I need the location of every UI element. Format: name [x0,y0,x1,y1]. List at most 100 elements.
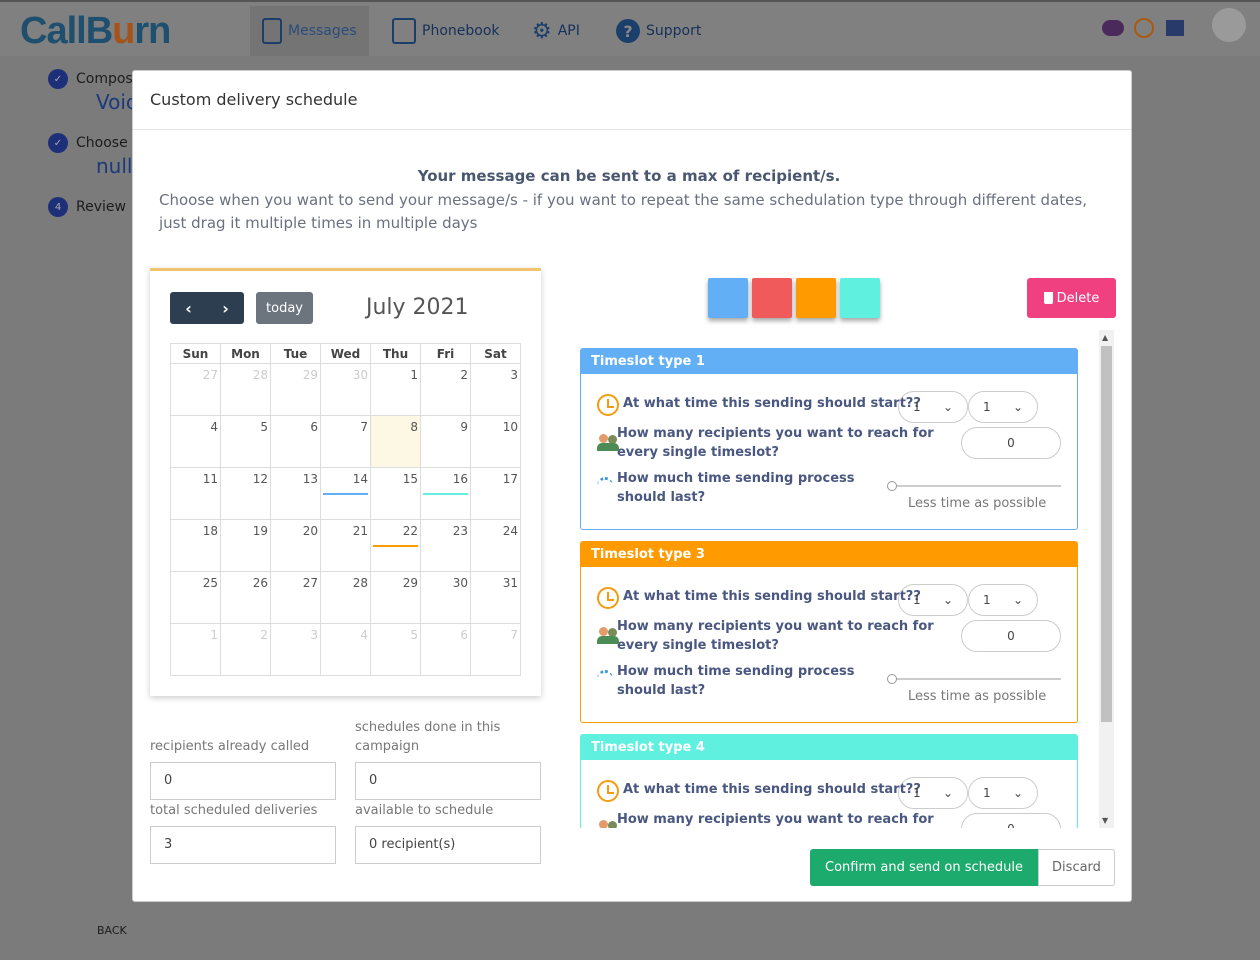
available-field[interactable]: 0 recipient(s) [355,826,541,864]
calendar-day[interactable]: 1 [370,363,421,416]
duration-slider[interactable] [891,485,1061,487]
day-number: 19 [252,524,268,538]
calendar-day[interactable]: 21 [320,519,371,572]
user-avatar[interactable] [1212,8,1246,42]
recipients-per-slot-input[interactable]: 0 [961,813,1061,828]
scroll-thumb[interactable] [1101,346,1112,722]
calendar-day[interactable]: 5 [220,415,271,468]
question-text: How much time sending process should las… [616,664,855,698]
calendar-day-today[interactable]: 8 [370,415,421,468]
nav-support[interactable]: ? Support [604,6,713,56]
calendar-day[interactable]: 29 [370,571,421,624]
calendar-day[interactable]: 2 [220,623,271,676]
start-minute-select[interactable]: 1 ⌄ [968,391,1038,423]
nav-messages[interactable]: Messages [250,6,369,56]
calendar-day[interactable]: 13 [270,467,321,520]
calendar-day[interactable]: 9 [420,415,471,468]
day-number: 21 [352,524,368,538]
duration-slider[interactable] [891,678,1061,680]
start-hour-select[interactable]: 1 ⌄ [898,584,968,616]
calendar-day[interactable]: 22 [370,519,421,572]
calendar-day[interactable]: 19 [220,519,271,572]
calendar-day[interactable]: 23 [420,519,471,572]
timeslots-scrollbar[interactable]: ▲ ▼ [1099,330,1114,828]
scroll-down-icon[interactable]: ▼ [1102,816,1108,825]
start-hour-select[interactable]: 1 ⌄ [898,391,968,423]
calendar-day[interactable]: 28 [220,363,271,416]
calendar-day[interactable]: 3 [270,623,321,676]
calendar-day[interactable]: 27 [270,571,321,624]
delete-button[interactable]: Delete [1027,278,1116,318]
calendar-day[interactable]: 3 [470,363,521,416]
schedules-done-field[interactable]: 0 [355,762,541,800]
calendar-day[interactable]: 30 [320,363,371,416]
calendar-day[interactable]: 26 [220,571,271,624]
start-hour-select[interactable]: 1 ⌄ [898,777,968,809]
clock-icon[interactable] [1134,18,1154,38]
timeslots-list[interactable]: Timeslot type 1 At what time this sendin… [580,330,1116,828]
calendar-day[interactable]: 6 [420,623,471,676]
uk-flag-icon[interactable] [1166,20,1184,36]
recipients-called-field[interactable]: 0 [150,762,336,800]
header-tools [1102,8,1246,42]
day-number: 9 [460,420,468,434]
calendar-day[interactable]: 7 [470,623,521,676]
calendar-day[interactable]: 27 [170,363,221,416]
calendar-day[interactable]: 7 [320,415,371,468]
recipients-per-slot-input[interactable]: 0 [961,620,1061,652]
confirm-send-button[interactable]: Confirm and send on schedule [810,849,1038,886]
calendar-day[interactable]: 15 [370,467,421,520]
calendar-day[interactable]: 1 [170,623,221,676]
scheduled-event-marker[interactable] [373,545,418,547]
day-number: 4 [360,628,368,642]
calendar-day[interactable]: 30 [420,571,471,624]
calendar-day[interactable]: 25 [170,571,221,624]
calendar-day[interactable]: 6 [270,415,321,468]
calendar-day[interactable]: 28 [320,571,371,624]
calendar-day[interactable]: 4 [170,415,221,468]
question-text: How much time sending process should las… [616,471,855,505]
discard-button[interactable]: Discard [1038,849,1115,886]
timeslot-swatch-blue[interactable] [708,278,748,318]
timeslot-swatch-red[interactable] [752,278,792,318]
calendar-day[interactable]: 12 [220,467,271,520]
scroll-up-icon[interactable]: ▲ [1102,333,1108,342]
today-button[interactable]: today [256,292,313,324]
recipients-per-slot-input[interactable]: 0 [961,427,1061,459]
calendar-day[interactable]: 20 [270,519,321,572]
nav-api[interactable]: ⚙ API [520,6,592,56]
weekday-header: Fri [420,343,471,364]
calendar-day[interactable]: 11 [170,467,221,520]
calendar-day[interactable]: 2 [420,363,471,416]
prev-month-button[interactable]: ‹ [170,292,207,324]
day-number: 30 [452,576,468,590]
duration-slider-handle[interactable] [887,674,897,684]
calendar-day[interactable]: 10 [470,415,521,468]
calendar-day[interactable]: 4 [320,623,371,676]
day-number: 29 [302,368,318,382]
calendar-day[interactable]: 31 [470,571,521,624]
scheduled-event-marker[interactable] [323,493,368,495]
calendar-day[interactable]: 29 [270,363,321,416]
timeslot-swatch-cyan[interactable] [840,278,880,318]
piggy-bank-icon[interactable] [1102,20,1124,36]
scheduled-event-marker[interactable] [423,493,468,495]
duration-slider-handle[interactable] [887,481,897,491]
day-number: 23 [452,524,468,538]
timeslot-swatch-orange[interactable] [796,278,836,318]
callburn-logo[interactable]: CallBurn [20,10,171,53]
calendar-day[interactable]: 14 [320,467,371,520]
start-minute-select[interactable]: 1 ⌄ [968,584,1038,616]
nav-support-label: Support [646,23,702,39]
calendar-day[interactable]: 17 [470,467,521,520]
total-scheduled-field[interactable]: 3 [150,826,336,864]
calendar-day[interactable]: 5 [370,623,421,676]
start-minute-select[interactable]: 1 ⌄ [968,777,1038,809]
back-button[interactable]: BACK [97,924,127,937]
calendar-day[interactable]: 18 [170,519,221,572]
calendar-day[interactable]: 16 [420,467,471,520]
nav-phonebook[interactable]: Phonebook [380,6,512,56]
timeslot-card: Timeslot type 1 At what time this sendin… [580,348,1078,530]
next-month-button[interactable]: › [207,292,244,324]
calendar-day[interactable]: 24 [470,519,521,572]
